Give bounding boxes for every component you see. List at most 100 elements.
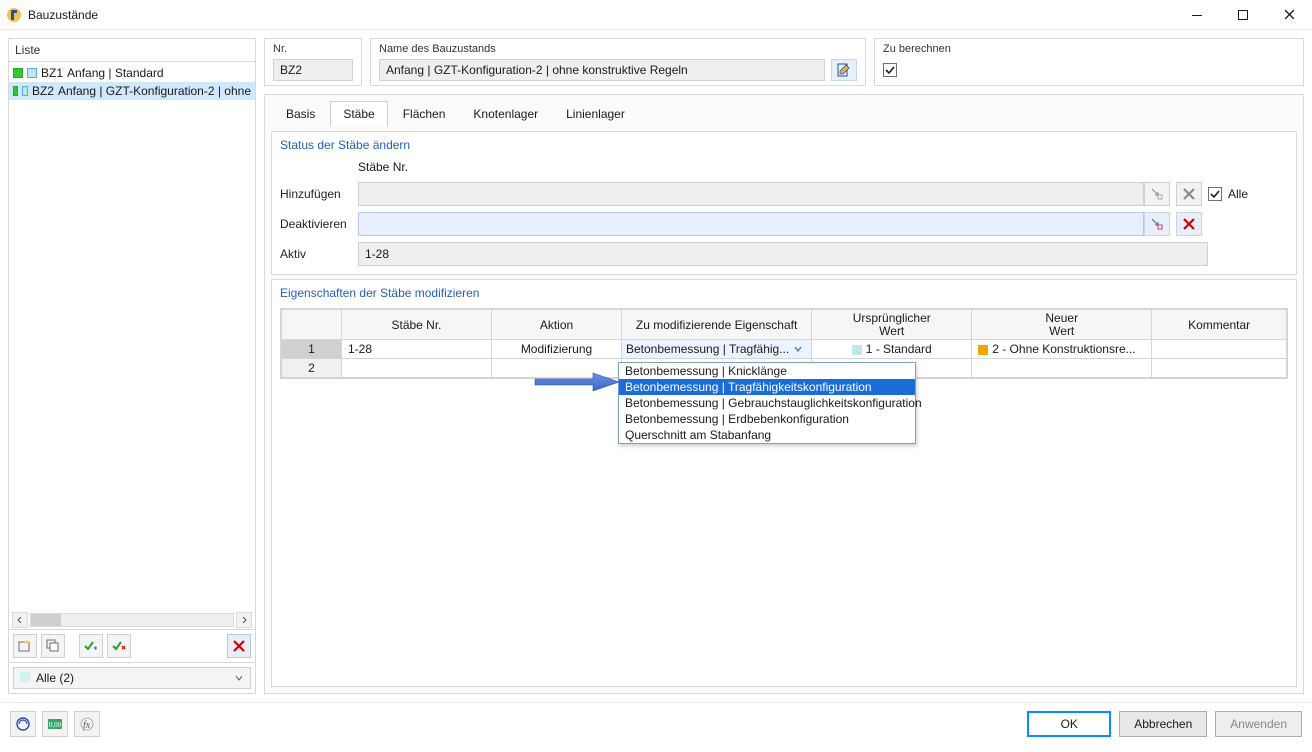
- nr-value: BZ2: [280, 63, 302, 77]
- minimize-button[interactable]: [1174, 0, 1220, 29]
- th-kommentar: Kommentar: [1152, 310, 1287, 340]
- name-label: Name des Bauzustands: [379, 43, 857, 55]
- calc-checkbox[interactable]: [883, 63, 897, 77]
- nr-panel: Nr. BZ2: [264, 38, 362, 86]
- content-panel: Basis Stäbe Flächen Knotenlager Linienla…: [264, 94, 1304, 694]
- th-neuer: NeuerWert: [972, 310, 1152, 340]
- window-controls: [1174, 0, 1312, 29]
- dropdown-option[interactable]: Betonbemessung | Knicklänge: [619, 363, 915, 379]
- state-color-swatch: [27, 68, 37, 78]
- row-number: 1: [282, 340, 342, 359]
- add-clear-button[interactable]: [1176, 182, 1202, 206]
- titlebar-title: Bauzustände: [28, 8, 98, 22]
- cell-eigenschaft[interactable]: Betonbemessung | Tragfähig...: [622, 340, 812, 359]
- cancel-button[interactable]: Abbrechen: [1119, 711, 1207, 737]
- active-label: Aktiv: [280, 247, 358, 261]
- nr-input[interactable]: BZ2: [273, 59, 353, 81]
- deactivate-clear-button[interactable]: [1176, 212, 1202, 236]
- scroll-thumb[interactable]: [31, 614, 61, 626]
- cell-aktion: Modifizierung: [492, 340, 622, 359]
- th-staebe: Stäbe Nr.: [342, 310, 492, 340]
- calc-label: Zu berechnen: [883, 43, 1295, 55]
- list-row[interactable]: BZ2 Anfang | GZT-Konfiguration-2 | ohne: [9, 82, 255, 100]
- app-icon: [6, 7, 22, 23]
- eigenschaft-dropdown[interactable]: Betonbemessung | Knicklänge Betonbemessu…: [618, 362, 916, 444]
- list-row-name: Anfang | GZT-Konfiguration-2 | ohne: [58, 84, 251, 98]
- ok-button[interactable]: OK: [1027, 711, 1111, 737]
- name-input[interactable]: Anfang | GZT-Konfiguration-2 | ohne kons…: [379, 59, 825, 81]
- deactivate-pick-button[interactable]: [1144, 212, 1170, 236]
- left-toolbar: [9, 629, 255, 662]
- all-checkbox-wrap: Alle: [1208, 187, 1288, 201]
- left-pane: Liste BZ1 Anfang | Standard BZ2 Anfang |…: [8, 38, 256, 694]
- dropdown-option[interactable]: Betonbemessung | Tragfähigkeitskonfigura…: [619, 379, 915, 395]
- apply-button[interactable]: Anwenden: [1215, 711, 1302, 737]
- cell-staebe: [342, 359, 492, 378]
- value-swatch: [852, 345, 862, 355]
- titlebar: Bauzustände: [0, 0, 1312, 30]
- status-section-title: Status der Stäbe ändern: [272, 132, 1296, 158]
- maximize-button[interactable]: [1220, 0, 1266, 29]
- add-pick-button[interactable]: [1144, 182, 1170, 206]
- state-color-swatch: [22, 86, 27, 96]
- deactivate-label: Deaktivieren: [280, 217, 358, 231]
- th-aktion: Aktion: [492, 310, 622, 340]
- filter-label: Alle (2): [36, 671, 74, 685]
- modify-section-title: Eigenschaften der Stäbe modifizieren: [272, 280, 1296, 306]
- cell-neuer: 2 - Ohne Konstruktionsre...: [972, 340, 1152, 359]
- dropdown-option[interactable]: Querschnitt am Stabanfang: [619, 427, 915, 443]
- list-row[interactable]: BZ1 Anfang | Standard: [9, 64, 255, 82]
- edit-name-button[interactable]: [831, 59, 857, 81]
- deactivate-input[interactable]: [358, 212, 1144, 236]
- chevron-down-icon[interactable]: [793, 344, 807, 354]
- table-row[interactable]: 1 1-28 Modifizierung Betonbemessung | Tr…: [282, 340, 1287, 359]
- filter-swatch: [20, 672, 30, 682]
- dropdown-option[interactable]: Betonbemessung | Gebrauchstauglichkeitsk…: [619, 395, 915, 411]
- left-filter: Alle (2): [9, 662, 255, 693]
- scroll-left-button[interactable]: [12, 612, 28, 628]
- fx-button[interactable]: fx: [74, 711, 100, 737]
- left-pane-header: Liste: [9, 39, 255, 62]
- scroll-track[interactable]: [30, 613, 234, 627]
- tab-basis[interactable]: Basis: [273, 101, 328, 127]
- state-color-swatch: [13, 86, 18, 96]
- cell-aktion: [492, 359, 622, 378]
- modify-table-wrap: Stäbe Nr. Aktion Zu modifizierende Eigen…: [280, 308, 1288, 379]
- tab-linienlager[interactable]: Linienlager: [553, 101, 638, 127]
- close-window-button[interactable]: [1266, 0, 1312, 29]
- tab-flaechen[interactable]: Flächen: [390, 101, 459, 127]
- add-input[interactable]: [358, 182, 1144, 206]
- delete-state-button[interactable]: [227, 634, 251, 658]
- th-eigenschaft: Zu modifizierende Eigenschaft: [622, 310, 812, 340]
- status-col-header: Stäbe Nr.: [358, 160, 1144, 176]
- copy-state-button[interactable]: [41, 634, 65, 658]
- row-number: 2: [282, 359, 342, 378]
- horizontal-scrollbar[interactable]: [9, 611, 255, 629]
- check-left-button[interactable]: [79, 634, 103, 658]
- tab-staebe[interactable]: Stäbe: [330, 101, 387, 127]
- all-checkbox[interactable]: [1208, 187, 1222, 201]
- name-value: Anfang | GZT-Konfiguration-2 | ohne kons…: [386, 63, 688, 77]
- units-button[interactable]: 0,00: [42, 711, 68, 737]
- cell-neuer: [972, 359, 1152, 378]
- check-right-button[interactable]: [107, 634, 131, 658]
- bottombar: 0,00 fx OK Abbrechen Anwenden: [0, 702, 1312, 744]
- dropdown-option[interactable]: Betonbemessung | Erdbebenkonfiguration: [619, 411, 915, 427]
- nr-label: Nr.: [273, 43, 353, 55]
- state-list[interactable]: BZ1 Anfang | Standard BZ2 Anfang | GZT-K…: [9, 62, 255, 611]
- tabs: Basis Stäbe Flächen Knotenlager Linienla…: [271, 99, 1297, 127]
- scroll-right-button[interactable]: [236, 612, 252, 628]
- help-button[interactable]: [10, 711, 36, 737]
- th-ursprung: UrsprünglicherWert: [812, 310, 972, 340]
- tab-knotenlager[interactable]: Knotenlager: [460, 101, 551, 127]
- modify-section: Eigenschaften der Stäbe modifizieren Stä…: [271, 279, 1297, 687]
- active-value: 1-28: [365, 247, 389, 261]
- cell-staebe: 1-28: [342, 340, 492, 359]
- new-state-button[interactable]: [13, 634, 37, 658]
- cell-ursprung: 1 - Standard: [812, 340, 972, 359]
- filter-select[interactable]: Alle (2): [13, 667, 251, 689]
- chevron-down-icon: [234, 673, 244, 683]
- value-swatch: [978, 345, 988, 355]
- status-section: Status der Stäbe ändern Stäbe Nr. Hinzuf…: [271, 131, 1297, 275]
- all-label: Alle: [1228, 187, 1248, 201]
